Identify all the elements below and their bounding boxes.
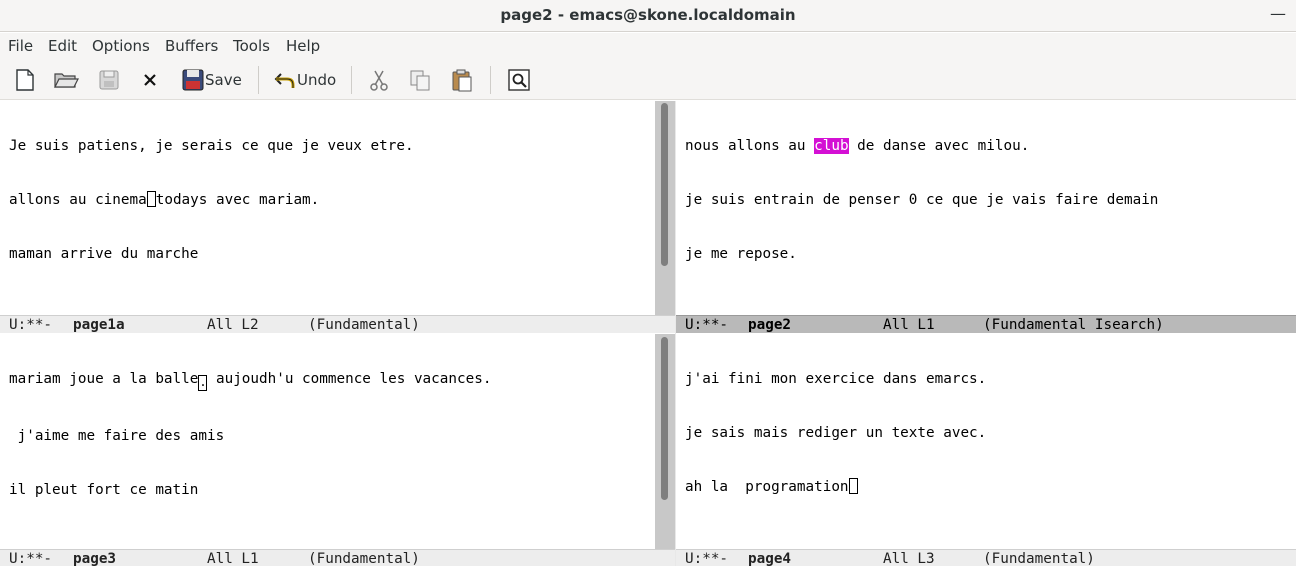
modeline-page3[interactable]: U:**- page3 All L1 (Fundamental) <box>0 549 675 567</box>
text-line: ah la programation <box>685 478 986 496</box>
window-title: page2 - emacs@skone.localdomain <box>500 6 796 24</box>
modeline-status: U:**- <box>685 317 729 333</box>
menu-bar: File Edit Options Buffers Tools Help <box>0 33 1296 60</box>
cursor <box>848 478 858 494</box>
echo-area <box>0 566 1296 572</box>
modeline-page2[interactable]: U:**- page2 All L1 (Fundamental Isearch) <box>676 315 1296 333</box>
undo-icon[interactable] <box>272 67 298 93</box>
text-line: je me repose. <box>685 246 797 262</box>
save-button-label[interactable]: Save <box>205 71 242 89</box>
window-page3[interactable]: mariam joue a la balle. aujoudh'u commen… <box>0 334 655 549</box>
new-file-icon[interactable] <box>12 67 38 93</box>
text-line: je sais mais rediger un texte avec. <box>685 425 987 441</box>
modeline-mode[interactable]: (Fundamental Isearch) <box>983 316 1164 334</box>
close-icon[interactable] <box>137 67 163 93</box>
minimize-button[interactable]: — <box>1270 4 1286 24</box>
menu-buffers[interactable]: Buffers <box>165 37 218 55</box>
modeline-page4[interactable]: U:**- page4 All L3 (Fundamental) <box>676 549 1296 567</box>
modeline-buffer-name[interactable]: page1a <box>73 316 125 334</box>
scrollbar-page3[interactable] <box>655 334 675 549</box>
text-line: allons au cinema todays avec mariam. <box>9 191 320 208</box>
modeline-buffer-name[interactable]: page2 <box>748 316 791 334</box>
copy-icon[interactable] <box>407 67 433 93</box>
save-icon[interactable] <box>180 67 206 93</box>
open-folder-icon[interactable] <box>53 67 79 93</box>
toolbar-separator <box>490 66 491 94</box>
paste-icon[interactable] <box>449 67 475 93</box>
scrollbar-thumb[interactable] <box>661 103 668 266</box>
toolbar-separator <box>351 66 352 94</box>
search-icon[interactable] <box>506 67 532 93</box>
text-line: j'ai fini mon exercice dans emarcs. <box>685 371 987 387</box>
toolbar-separator <box>258 66 259 94</box>
window-divider <box>675 101 676 568</box>
scrollbar-page1a[interactable] <box>655 101 675 315</box>
text-line: j'aime me faire des amis <box>9 428 225 444</box>
window-page4[interactable]: j'ai fini mon exercice dans emarcs. je s… <box>676 334 1296 549</box>
window-page1a[interactable]: Je suis patiens, je serais ce que je veu… <box>0 101 655 315</box>
cut-icon[interactable] <box>366 67 392 93</box>
text-line: Je suis patiens, je serais ce que je veu… <box>9 138 414 154</box>
modeline-page1a[interactable]: U:**- page1a All L2 (Fundamental) <box>0 315 675 333</box>
title-bar: page2 - emacs@skone.localdomain — <box>0 0 1296 32</box>
modeline-position: All L2 <box>207 317 259 333</box>
menu-edit[interactable]: Edit <box>48 37 77 55</box>
modeline-status: U:**- <box>9 317 53 333</box>
modeline-mode[interactable]: (Fundamental) <box>308 316 420 334</box>
cursor <box>146 191 156 207</box>
isearch-match: club <box>814 138 849 154</box>
text-line: nous allons au club de danse avec milou. <box>685 138 1030 154</box>
toolbar: Save Undo <box>0 60 1296 100</box>
text-line: maman arrive du marche <box>9 246 199 262</box>
text-line: mariam joue a la balle. aujoudh'u commen… <box>9 371 492 391</box>
menu-options[interactable]: Options <box>92 37 150 55</box>
scrollbar-thumb[interactable] <box>661 337 668 500</box>
text-line: il pleut fort ce matin <box>9 482 199 498</box>
undo-button-label[interactable]: Undo <box>297 71 336 89</box>
modeline-position: All L1 <box>883 317 935 333</box>
window-page2[interactable]: nous allons au club de danse avec milou.… <box>676 101 1296 315</box>
text-line: je suis entrain de penser 0 ce que je va… <box>685 192 1159 208</box>
menu-tools[interactable]: Tools <box>233 37 270 55</box>
menu-file[interactable]: File <box>8 37 33 55</box>
menu-help[interactable]: Help <box>286 37 320 55</box>
disk-icon[interactable] <box>96 67 122 93</box>
